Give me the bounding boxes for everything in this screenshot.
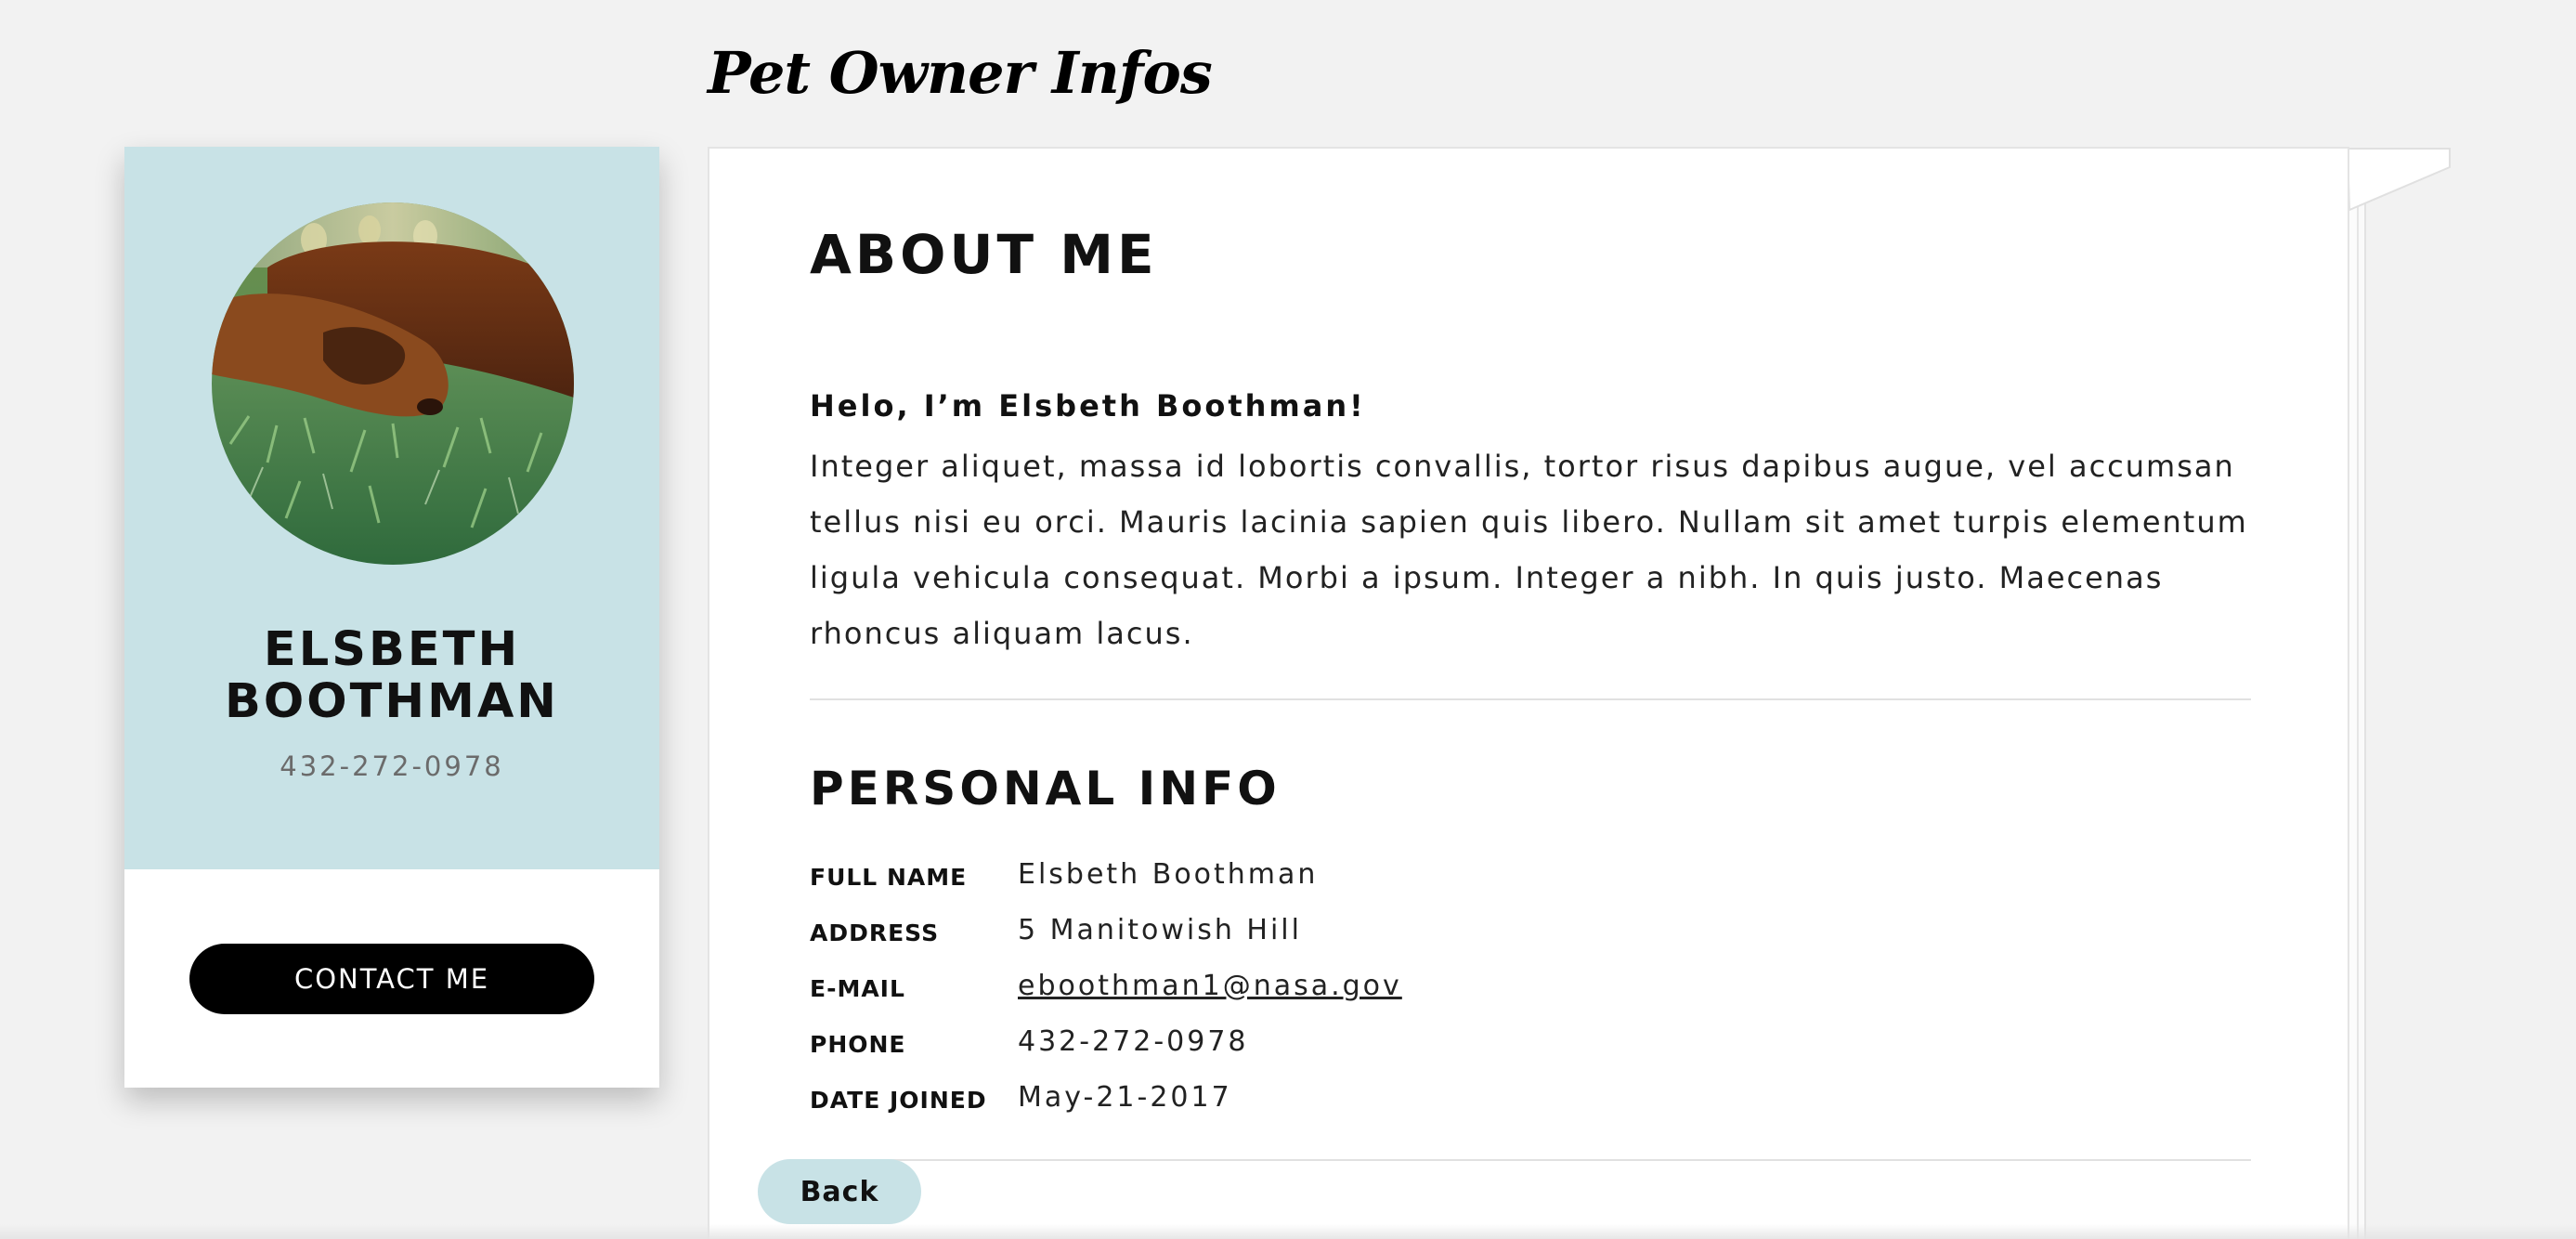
info-label: PHONE	[810, 1031, 906, 1058]
back-button[interactable]: Back	[758, 1159, 921, 1224]
email-link[interactable]: eboothman1@nasa.gov	[1018, 970, 1402, 1002]
profile-phone: 432-272-0978	[280, 750, 504, 782]
info-value: 5 Manitowish Hill	[1018, 914, 1302, 946]
info-label: ADDRESS	[810, 919, 940, 946]
info-label: E-MAIL	[810, 975, 905, 1002]
avatar	[212, 202, 574, 565]
personal-info-title: PERSONAL INFO	[810, 762, 1281, 815]
contact-me-button[interactable]: CONTACT ME	[189, 944, 594, 1014]
bio-text: Integer aliquet, massa id lobortis conva…	[810, 449, 2248, 651]
divider	[810, 698, 2251, 700]
page-fold-icon	[2348, 148, 2451, 212]
profile-card: ELSBETH BOOTHMAN 432-272-0978 CONTACT ME	[124, 147, 659, 1088]
info-label: DATE JOINED	[810, 1087, 987, 1114]
profile-name: ELSBETH BOOTHMAN	[225, 622, 559, 729]
profile-card-header: ELSBETH BOOTHMAN 432-272-0978	[124, 147, 659, 869]
info-label: FULL NAME	[810, 864, 968, 891]
info-value: Elsbeth Boothman	[1018, 858, 1319, 891]
greeting: Helo, I’m Elsbeth Boothman!	[810, 388, 1366, 424]
page: Pet Owner Infos ELSBETH BOOTHMAN 432-272…	[0, 0, 2576, 1239]
info-panel: ABOUT ME Helo, I’m Elsbeth Boothman! Int…	[708, 147, 2349, 1239]
dog-photo-icon	[212, 202, 574, 565]
about-title: ABOUT ME	[810, 223, 1158, 286]
divider	[810, 1159, 2251, 1161]
info-value: May-21-2017	[1018, 1081, 1232, 1114]
info-value: 432-272-0978	[1018, 1025, 1249, 1058]
bottom-fade	[0, 1224, 2576, 1239]
page-title: Pet Owner Infos	[708, 39, 1213, 107]
